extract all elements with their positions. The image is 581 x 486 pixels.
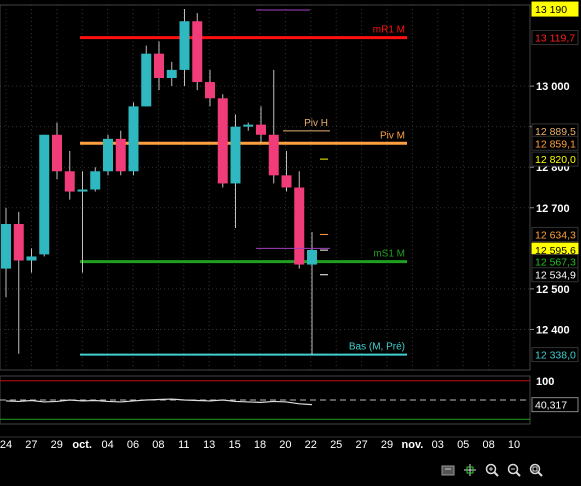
candle-body <box>307 249 317 265</box>
level-label: mS1 M <box>373 249 405 260</box>
candle-body <box>39 134 50 255</box>
chart-toolbar <box>440 462 544 480</box>
candle-body <box>13 224 24 261</box>
date-tick-label: 10 <box>508 439 520 451</box>
candle-body <box>256 124 266 135</box>
candle-body <box>154 53 164 78</box>
chart-type-icon[interactable] <box>440 462 456 478</box>
date-tick-label: 03 <box>432 439 444 451</box>
candle-body <box>205 82 215 99</box>
price-tag-label: 12 338,0 <box>535 350 576 362</box>
candle-body <box>64 171 75 192</box>
date-tick-label: 08 <box>152 439 164 451</box>
candle-body <box>1 224 11 269</box>
date-tick-label: 24 <box>0 439 12 451</box>
date-tick-label: 27 <box>25 439 37 451</box>
candle-body <box>141 53 152 107</box>
oscillator-top-label: 100 <box>536 376 554 388</box>
candle-body <box>281 175 292 188</box>
level-label: Bas (M, Pré) <box>349 342 405 353</box>
candle-body <box>230 126 241 184</box>
date-tick-label: oct. <box>72 439 92 451</box>
zoom-out-icon[interactable] <box>506 462 522 478</box>
candle-body <box>217 98 228 184</box>
candle-body <box>179 21 190 70</box>
price-tick-label: 12 400 <box>536 324 570 336</box>
price-tag-label: 12 534,9 <box>535 270 576 282</box>
candle-body <box>77 189 88 192</box>
crosshair-icon[interactable] <box>462 462 478 478</box>
date-tick-label: 06 <box>127 439 139 451</box>
oscillator-value-label: 40,317 <box>535 400 567 412</box>
price-tag-label: 13 190 <box>535 4 567 16</box>
date-tick-label: 05 <box>457 439 469 451</box>
price-tick-label: 12 500 <box>536 284 570 296</box>
price-panel <box>0 4 531 371</box>
date-tick-label: 22 <box>305 439 317 451</box>
level-label: Piv H <box>304 118 328 129</box>
date-tick-label: 04 <box>101 439 113 451</box>
price-tick-label: 13 000 <box>536 81 570 93</box>
date-tick-label: nov. <box>402 439 424 451</box>
zoom-fit-icon[interactable] <box>528 462 544 478</box>
candle-body <box>294 187 305 265</box>
candle-body <box>26 256 37 261</box>
price-tag-label: 12 567,3 <box>535 257 576 269</box>
zoom-in-icon[interactable] <box>484 462 500 478</box>
date-tick-label: 15 <box>228 439 240 451</box>
stock-chart[interactable]: 13 000 12 800 12 700 12 500 12 400 mR1 M Piv H… <box>0 0 581 481</box>
date-tick-label: 20 <box>279 439 291 451</box>
date-tick-label: 25 <box>330 439 342 451</box>
date-tick-label: 11 <box>178 439 189 451</box>
price-tag-label: 12 820,0 <box>535 154 576 166</box>
candle-body <box>128 106 139 172</box>
candle-body <box>268 134 279 176</box>
date-tick-label: 18 <box>254 439 266 451</box>
date-tick-label: 27 <box>355 439 367 451</box>
price-tick-label: 12 700 <box>536 203 570 215</box>
chart-canvas[interactable]: 13 00012 80012 70012 50012 400mR1 MPiv H… <box>0 0 581 481</box>
date-tick-label: 29 <box>381 439 393 451</box>
date-tick-label: 08 <box>482 439 494 451</box>
price-tag-label: 13 119,7 <box>535 33 575 45</box>
candle-body <box>166 69 177 78</box>
candle-body <box>52 134 62 172</box>
candle-body <box>192 21 203 83</box>
level-label: mR1 M <box>373 25 405 36</box>
date-tick-label: 29 <box>51 439 63 451</box>
candle-body <box>90 171 101 190</box>
candle-body <box>243 124 254 127</box>
price-tag-label: 12 634,3 <box>535 229 576 241</box>
date-tick-label: 13 <box>203 439 215 451</box>
price-tag-label: 12 859,1 <box>535 138 576 150</box>
candle-body <box>115 138 126 172</box>
level-label: Piv M <box>380 130 405 141</box>
candle-body <box>103 138 113 172</box>
